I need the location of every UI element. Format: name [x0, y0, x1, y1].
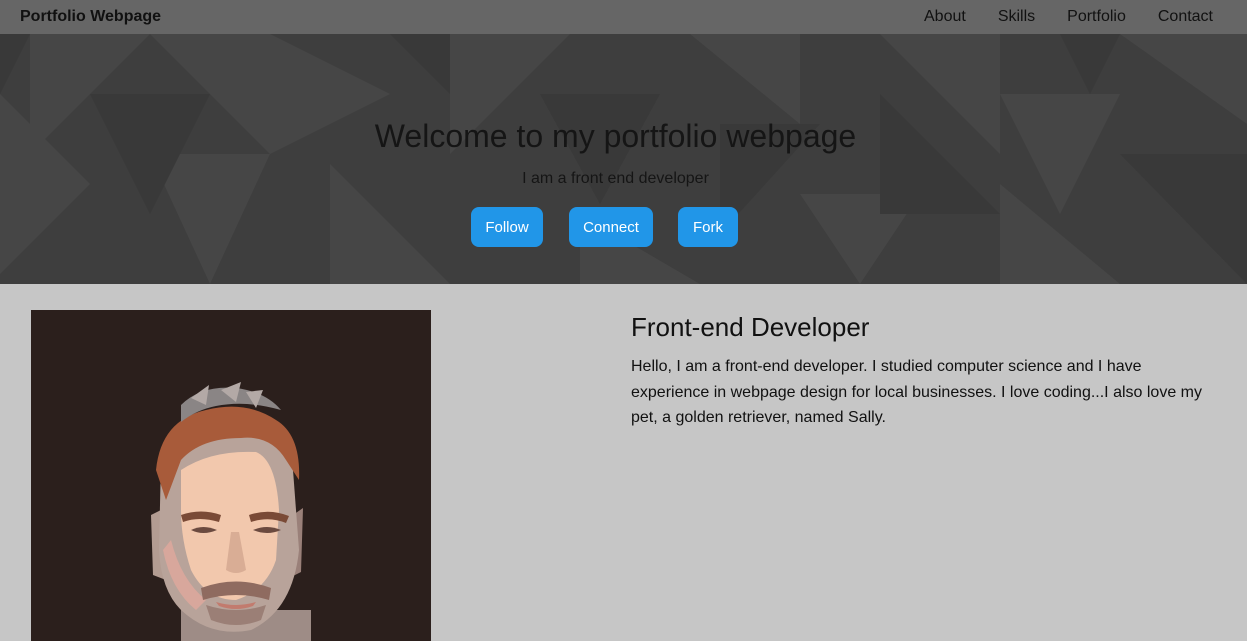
nav-link-skills[interactable]: Skills — [998, 8, 1035, 26]
nav-link-contact[interactable]: Contact — [1158, 8, 1213, 26]
fork-button[interactable]: Fork — [678, 207, 738, 247]
profile-portrait-illustration — [31, 310, 431, 641]
nav-link-about[interactable]: About — [924, 8, 966, 26]
nav-link-portfolio[interactable]: Portfolio — [1067, 8, 1126, 26]
follow-button[interactable]: Follow — [471, 207, 543, 247]
hero-title: Welcome to my portfolio webpage — [374, 118, 857, 154]
hero-section: Welcome to my portfolio webpage I am a f… — [0, 34, 1247, 284]
about-paragraph: Hello, I am a front-end developer. I stu… — [631, 358, 1202, 426]
about-heading: Front-end Developer — [631, 312, 870, 342]
connect-button[interactable]: Connect — [569, 207, 653, 247]
nav-links: About Skills Portfolio Contact — [892, 8, 1213, 26]
navbar: Portfolio Webpage About Skills Portfolio… — [0, 0, 1247, 34]
hero-content: Welcome to my portfolio webpage I am a f… — [0, 34, 1247, 284]
about-section: Front-end Developer Hello, I am a front-… — [0, 284, 1247, 641]
profile-photo — [31, 310, 431, 641]
brand-link[interactable]: Portfolio Webpage — [20, 8, 161, 26]
hero-subtitle: I am a front end developer — [522, 170, 709, 187]
